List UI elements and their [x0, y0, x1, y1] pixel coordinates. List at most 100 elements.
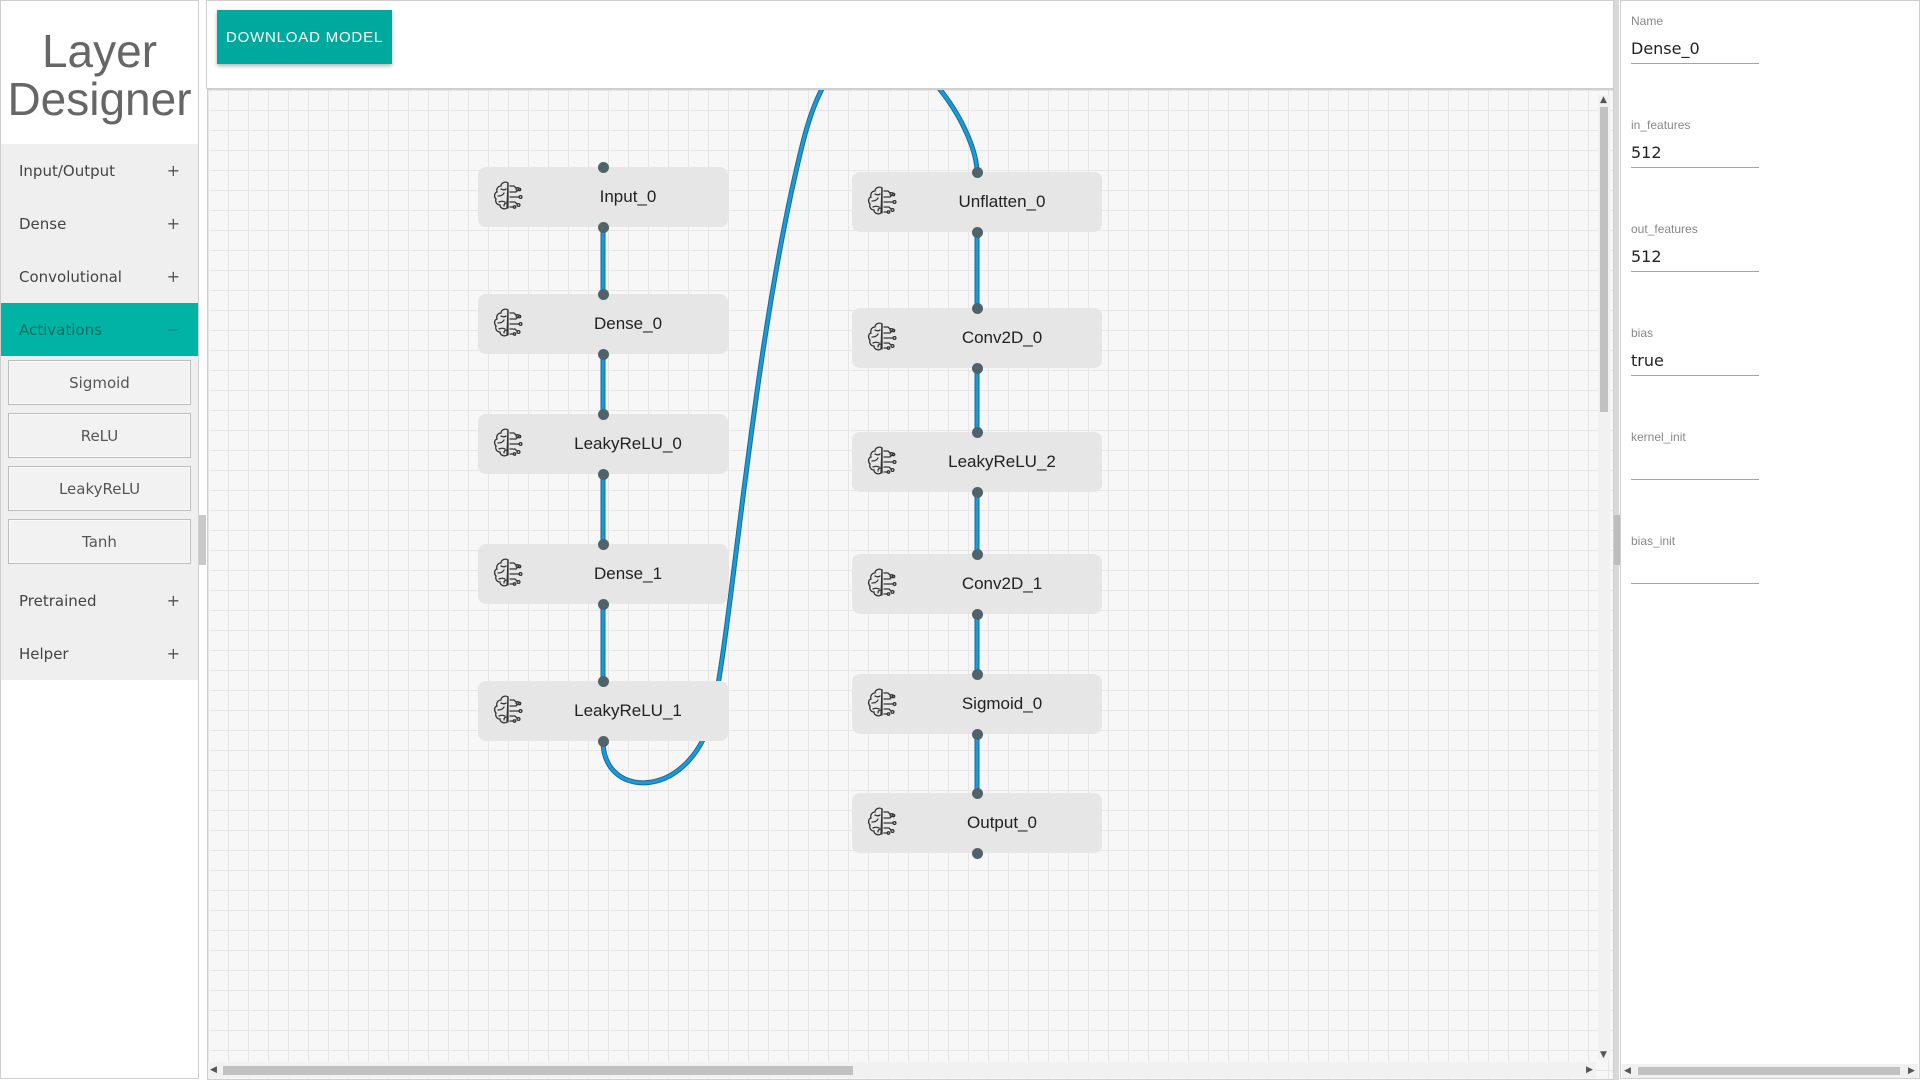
in-port[interactable] — [597, 161, 609, 173]
properties-horizontal-scrollbar[interactable]: ◀ ▶ — [1622, 1064, 1918, 1078]
canvas-vertical-scroll-thumb[interactable] — [1600, 107, 1608, 412]
in-port[interactable] — [971, 166, 983, 178]
category-activations[interactable]: Activations − — [1, 303, 198, 356]
out-port[interactable] — [971, 226, 983, 238]
field-bias-init: bias_init — [1631, 534, 1759, 584]
layer-node-Sigmoid_0[interactable]: Sigmoid_0 — [852, 674, 1102, 734]
field-name: Name — [1631, 14, 1759, 64]
layer-node-LeakyReLU_1[interactable]: LeakyReLU_1 — [478, 681, 728, 741]
expand-icon: + — [166, 267, 180, 286]
in-port[interactable] — [597, 538, 609, 550]
properties-scroll-thumb[interactable] — [1638, 1067, 1900, 1075]
brain-circuit-icon — [864, 685, 902, 723]
node-label: LeakyReLU_0 — [574, 434, 682, 453]
field-label: kernel_init — [1631, 430, 1686, 444]
category-dense[interactable]: Dense + — [1, 197, 198, 250]
field-label: out_features — [1631, 222, 1698, 236]
layer-button-leakyrelu[interactable]: LeakyReLU — [8, 466, 191, 511]
layer-node-Unflatten_0[interactable]: Unflatten_0 — [852, 172, 1102, 232]
in-port[interactable] — [971, 548, 983, 560]
brain-circuit-icon — [864, 443, 902, 481]
graph-canvas[interactable]: Input_0 Dense_0 LeakyReLU_0 Dense_1 LeakyReL… — [207, 89, 1614, 1080]
scroll-down-icon[interactable]: ▼ — [1600, 1050, 1607, 1060]
canvas-horizontal-scrollbar[interactable]: ◀ ▶ — [208, 1062, 1596, 1078]
app-title-line2: Designer — [7, 72, 192, 125]
top-toolbar: DOWNLOAD MODEL — [206, 0, 1614, 89]
brain-circuit-icon — [490, 692, 528, 730]
out-port[interactable] — [971, 728, 983, 740]
in-port[interactable] — [597, 288, 609, 300]
canvas-horizontal-scroll-thumb[interactable] — [223, 1066, 853, 1075]
out-port[interactable] — [971, 486, 983, 498]
scroll-right-icon[interactable]: ▶ — [1908, 1066, 1915, 1076]
in-port[interactable] — [597, 675, 609, 687]
bias-init-input[interactable] — [1631, 550, 1759, 584]
out-port[interactable] — [971, 608, 983, 620]
field-label: bias — [1631, 326, 1654, 340]
category-pretrained[interactable]: Pretrained + — [1, 574, 198, 627]
in-port[interactable] — [971, 302, 983, 314]
out-port[interactable] — [597, 598, 609, 610]
out-port[interactable] — [971, 362, 983, 374]
out-port[interactable] — [597, 348, 609, 360]
brain-circuit-icon — [864, 804, 902, 842]
sidebar-resize-handle[interactable] — [199, 515, 206, 565]
field-label: bias_init — [1631, 534, 1676, 548]
node-label: Output_0 — [967, 813, 1037, 832]
node-label: Conv2D_1 — [961, 574, 1043, 593]
scroll-right-icon[interactable]: ▶ — [1586, 1065, 1593, 1075]
field-label: in_features — [1631, 118, 1691, 132]
scroll-left-icon[interactable]: ◀ — [1624, 1066, 1631, 1076]
in-port[interactable] — [597, 408, 609, 420]
layer-node-Output_0[interactable]: Output_0 — [852, 793, 1102, 853]
category-helper[interactable]: Helper + — [1, 627, 198, 680]
canvas-vertical-scrollbar[interactable]: ▲ ▼ — [1598, 95, 1610, 1060]
bias-input[interactable] — [1631, 342, 1759, 376]
layer-node-Input_0[interactable]: Input_0 — [478, 167, 728, 227]
layer-node-LeakyReLU_0[interactable]: LeakyReLU_0 — [478, 414, 728, 474]
layer-node-Dense_1[interactable]: Dense_1 — [478, 544, 728, 604]
brain-circuit-icon — [490, 425, 528, 463]
category-input-output[interactable]: Input/Output + — [1, 144, 198, 197]
out-port[interactable] — [597, 468, 609, 480]
brain-circuit-icon — [864, 565, 902, 603]
layer-button-sigmoid[interactable]: Sigmoid — [8, 360, 191, 405]
brain-circuit-icon — [490, 555, 528, 593]
brain-circuit-icon — [490, 305, 528, 343]
in-port[interactable] — [971, 426, 983, 438]
field-label: Name — [1631, 14, 1664, 28]
layer-node-Conv2D_1[interactable]: Conv2D_1 — [852, 554, 1102, 614]
layer-palette-sidebar: Layer Designer Input/Output + Dense + Co… — [0, 0, 199, 1079]
category-convolutional[interactable]: Convolutional + — [1, 250, 198, 303]
out-port[interactable] — [597, 221, 609, 233]
activations-list: Sigmoid ReLU LeakyReLU Tanh — [1, 356, 198, 574]
node-label: LeakyReLU_2 — [948, 452, 1056, 471]
brain-circuit-icon — [864, 183, 902, 221]
layer-button-tanh[interactable]: Tanh — [8, 519, 191, 564]
in-port[interactable] — [971, 787, 983, 799]
layer-node-Conv2D_0[interactable]: Conv2D_0 — [852, 308, 1102, 368]
expand-icon: + — [166, 591, 180, 610]
properties-panel: Name in_features out_features bias kerne… — [1620, 0, 1920, 1079]
brain-circuit-icon — [864, 319, 902, 357]
category-label: Convolutional — [19, 267, 122, 286]
node-label: Sigmoid_0 — [961, 694, 1043, 713]
in-port[interactable] — [971, 668, 983, 680]
layer-button-relu[interactable]: ReLU — [8, 413, 191, 458]
layer-node-LeakyReLU_2[interactable]: LeakyReLU_2 — [852, 432, 1102, 492]
field-bias: bias — [1631, 326, 1759, 376]
out-port[interactable] — [597, 735, 609, 747]
field-in-features: in_features — [1631, 118, 1759, 168]
category-label: Dense — [19, 214, 67, 233]
download-model-button[interactable]: DOWNLOAD MODEL — [217, 10, 392, 64]
scroll-up-icon[interactable]: ▲ — [1600, 95, 1607, 105]
category-label: Helper — [19, 644, 69, 663]
scroll-left-icon[interactable]: ◀ — [210, 1065, 217, 1075]
in-features-input[interactable] — [1631, 134, 1759, 168]
node-label: Input_0 — [599, 187, 657, 206]
name-input[interactable] — [1631, 30, 1759, 64]
out-port[interactable] — [971, 847, 983, 859]
layer-node-Dense_0[interactable]: Dense_0 — [478, 294, 728, 354]
kernel-init-input[interactable] — [1631, 446, 1759, 480]
out-features-input[interactable] — [1631, 238, 1759, 272]
